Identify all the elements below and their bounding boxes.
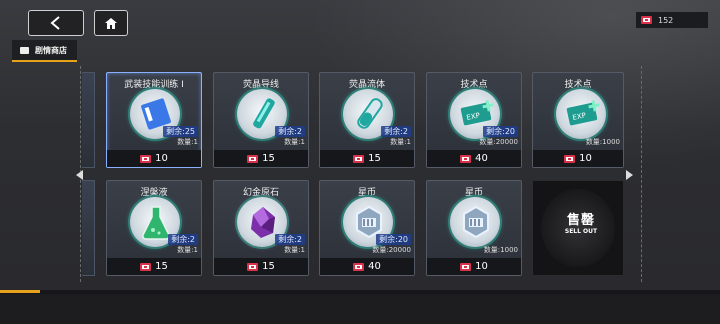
price-value: 40 — [368, 261, 381, 272]
item-remaining: 剩余:2 — [275, 234, 305, 245]
item-remaining: 剩余:20 — [483, 126, 518, 137]
shop-item-card[interactable]: 技术点 EXP 剩余:20 数量:20000 40 — [426, 72, 522, 168]
ticket-icon — [140, 262, 152, 271]
scroll-left-arrow[interactable] — [76, 170, 83, 180]
item-quantity: 数量:20000 — [479, 138, 518, 146]
flask-icon — [142, 206, 170, 240]
item-title: 技术点 — [564, 80, 592, 90]
item-remaining: 剩余:2 — [275, 126, 305, 137]
shop-item-card[interactable]: 荧晶流体 剩余:2 数量:1 15 — [319, 72, 415, 168]
sold-out-sublabel: SELL OUT — [564, 228, 598, 235]
item-remaining: 剩余:2 — [168, 234, 198, 245]
item-quantity: 数量:1000 — [483, 246, 518, 254]
ticket-icon — [353, 154, 365, 163]
ticket-icon — [460, 154, 472, 163]
currency-display: 152 — [636, 12, 708, 28]
sold-out-card: 售罄 SELL OUT — [532, 180, 624, 276]
ticket-icon — [460, 262, 472, 271]
ticket-icon — [140, 154, 152, 163]
shop-item-card[interactable]: 星币 剩余:20 数量:20000 40 — [319, 180, 415, 276]
item-price: 10 — [427, 258, 521, 275]
bottom-stripe — [0, 290, 720, 294]
item-price: 10 — [533, 150, 623, 167]
item-price: 15 — [107, 258, 201, 275]
item-quantity: 数量:1 — [390, 138, 411, 146]
tab-story-shop[interactable]: 剧情商店 — [12, 40, 77, 62]
shop-item-card[interactable]: 星币 数量:1000 10 — [426, 180, 522, 276]
tab-label: 剧情商店 — [35, 45, 67, 55]
ticket-icon — [641, 16, 652, 24]
bottom-accent — [0, 290, 40, 293]
currency-value: 152 — [658, 15, 674, 25]
bottom-bar — [0, 290, 720, 324]
crystal-wire-icon — [253, 98, 275, 129]
price-value: 15 — [262, 153, 275, 164]
scroll-right-arrow[interactable] — [626, 170, 633, 180]
crystal-fluid-icon — [357, 98, 383, 129]
purple-ore-icon — [251, 207, 275, 238]
star-coin-icon — [463, 205, 489, 239]
home-button[interactable] — [94, 10, 128, 36]
ticket-icon — [564, 154, 576, 163]
item-quantity: 数量:1 — [177, 138, 198, 146]
price-value: 15 — [262, 261, 275, 272]
item-quantity: 数量:20000 — [372, 246, 411, 254]
item-remaining: 剩余:2 — [381, 126, 411, 137]
item-price: 40 — [427, 150, 521, 167]
item-price: 40 — [320, 258, 414, 275]
home-icon — [105, 17, 117, 29]
item-quantity: 数量:1 — [177, 246, 198, 254]
ticket-icon — [353, 262, 365, 271]
chevron-left-icon — [50, 16, 60, 30]
price-value: 40 — [475, 153, 488, 164]
price-value: 10 — [475, 261, 488, 272]
partial-card — [82, 180, 95, 276]
shop-item-card[interactable]: 涅槃液 剩余:2 数量:1 15 — [106, 180, 202, 276]
sold-out-stamp: 售罄 SELL OUT — [559, 209, 603, 249]
price-value: 15 — [368, 153, 381, 164]
item-remaining: 剩余:25 — [163, 126, 198, 137]
partial-card — [82, 72, 95, 168]
item-quantity: 数量:1000 — [585, 138, 620, 146]
shop-icon — [20, 46, 29, 54]
shop-item-card[interactable]: 技术点 EXP 数量:1000 10 — [532, 72, 624, 168]
ticket-icon — [247, 262, 259, 271]
shop-item-card[interactable]: 荧晶导线 剩余:2 数量:1 15 — [213, 72, 309, 168]
shop-item-card[interactable]: 武装技能训练 Ⅰ 剩余:25 数量:1 10 — [106, 72, 202, 168]
sold-out-label: 售罄 — [566, 213, 595, 228]
item-quantity: 数量:1 — [284, 246, 305, 254]
exp-ticket-icon: EXP — [566, 100, 600, 126]
price-value: 10 — [155, 153, 168, 164]
back-button[interactable] — [28, 10, 84, 36]
ticket-icon — [247, 154, 259, 163]
item-price: 10 — [107, 150, 201, 167]
shop-item-card[interactable]: 幻金原石 剩余:2 数量:1 15 — [213, 180, 309, 276]
price-value: 10 — [579, 153, 592, 164]
item-quantity: 数量:1 — [284, 138, 305, 146]
item-price: 15 — [320, 150, 414, 167]
item-remaining: 剩余:20 — [376, 234, 411, 245]
price-value: 15 — [155, 261, 168, 272]
item-price: 15 — [214, 258, 308, 275]
item-price: 15 — [214, 150, 308, 167]
